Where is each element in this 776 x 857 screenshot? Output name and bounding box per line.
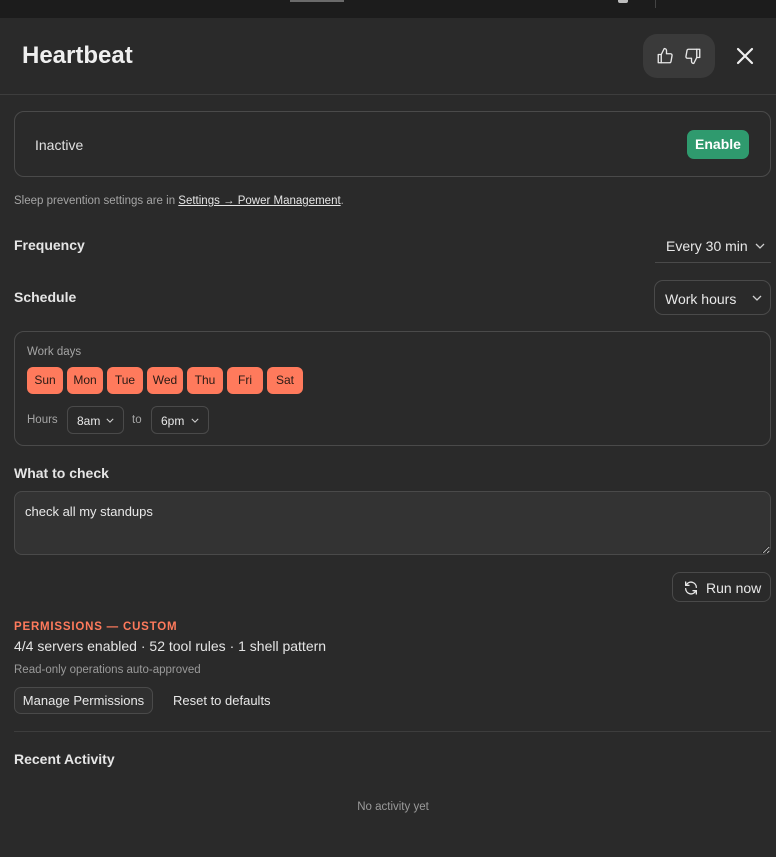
run-now-label: Run now [706,580,762,596]
schedule-label: Schedule [14,289,77,305]
note-prefix: Sleep prevention settings are in [14,195,179,207]
toolbar-glyph-icon [618,0,628,3]
day-toggle-tue[interactable]: Tue [107,367,143,394]
day-toggle-sun[interactable]: Sun [27,367,63,394]
toolbar-separator [655,0,656,8]
hours-to-value: 6pm [161,414,185,428]
manage-permissions-button[interactable]: Manage Permissions [14,687,153,714]
status-text: Inactive [35,137,84,153]
day-toggle-mon[interactable]: Mon [67,367,103,394]
tab-indicator [290,0,344,2]
status-card: Inactive Enable [14,111,771,177]
hours-label: Hours [27,414,58,426]
workdays-label: Work days [27,346,82,358]
permissions-title: PERMISSIONS — CUSTOM [14,621,178,633]
section-divider [14,731,771,732]
hours-to-label: to [132,414,142,426]
run-now-button[interactable]: Run now [672,572,771,602]
recent-activity-title: Recent Activity [14,751,115,767]
page-title: Heartbeat [22,42,133,69]
chevron-down-icon [755,243,765,249]
reset-defaults-button[interactable]: Reset to defaults [173,693,271,708]
note-suffix: . [340,195,344,207]
permissions-note: Read-only operations auto-approved [14,664,201,676]
power-management-link[interactable]: Settings → Power Management [178,195,340,207]
schedule-select[interactable]: Work hours [654,280,771,315]
permissions-summary: 4/4 servers enabled · 52 tool rules · 1 … [14,638,327,654]
chevron-down-icon [106,418,114,423]
hours-from-select[interactable]: 8am [67,406,124,434]
day-toggle-fri[interactable]: Fri [227,367,263,394]
thumbs-down-icon[interactable] [684,47,702,65]
sleep-prevention-note: Sleep prevention settings are in Setting… [14,195,344,207]
feedback-group [643,34,715,78]
panel-header: Heartbeat [0,18,776,95]
frequency-value: Every 30 min [666,238,748,254]
day-toggle-group: Sun Mon Tue Wed Thu Fri Sat [27,367,303,394]
what-to-check-label: What to check [14,465,109,481]
chevron-down-icon [752,295,762,301]
thumbs-up-icon[interactable] [656,47,674,65]
chevron-down-icon [191,418,199,423]
day-toggle-wed[interactable]: Wed [147,367,183,394]
hours-from-value: 8am [77,414,101,428]
schedule-value: Work hours [665,291,737,307]
workdays-card: Work days Sun Mon Tue Wed Thu Fri Sat Ho… [14,331,771,446]
check-prompt-textarea[interactable]: check all my standups [14,491,771,555]
recent-activity-empty: No activity yet [357,801,429,813]
refresh-icon [685,581,697,595]
enable-button[interactable]: Enable [687,130,749,159]
window-top-strip [0,0,776,18]
close-icon[interactable] [733,44,757,68]
frequency-select[interactable]: Every 30 min [655,229,771,263]
frequency-label: Frequency [14,237,85,253]
day-toggle-sat[interactable]: Sat [267,367,303,394]
hours-to-select[interactable]: 6pm [151,406,209,434]
day-toggle-thu[interactable]: Thu [187,367,223,394]
